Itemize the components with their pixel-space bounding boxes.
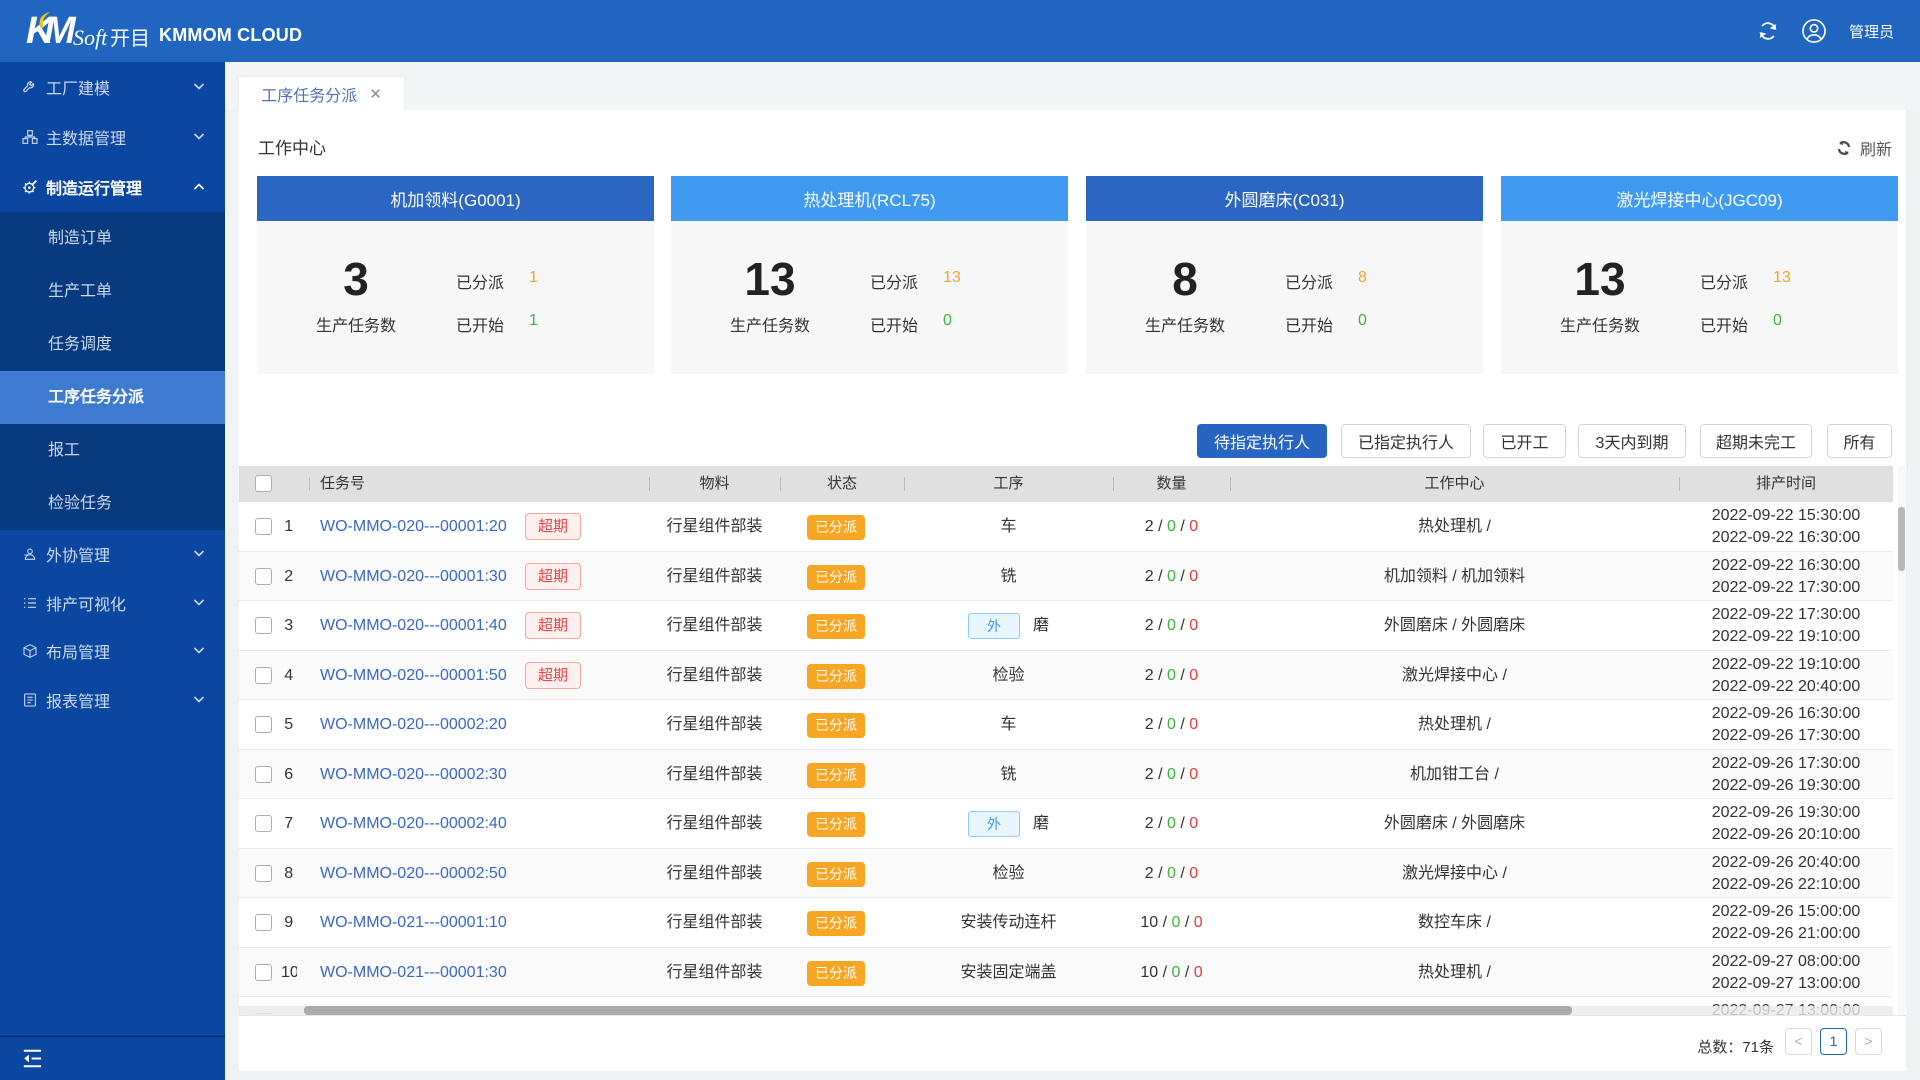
svg-text:Soft: Soft [73, 25, 108, 50]
svg-text:开目: 开目 [110, 28, 150, 50]
